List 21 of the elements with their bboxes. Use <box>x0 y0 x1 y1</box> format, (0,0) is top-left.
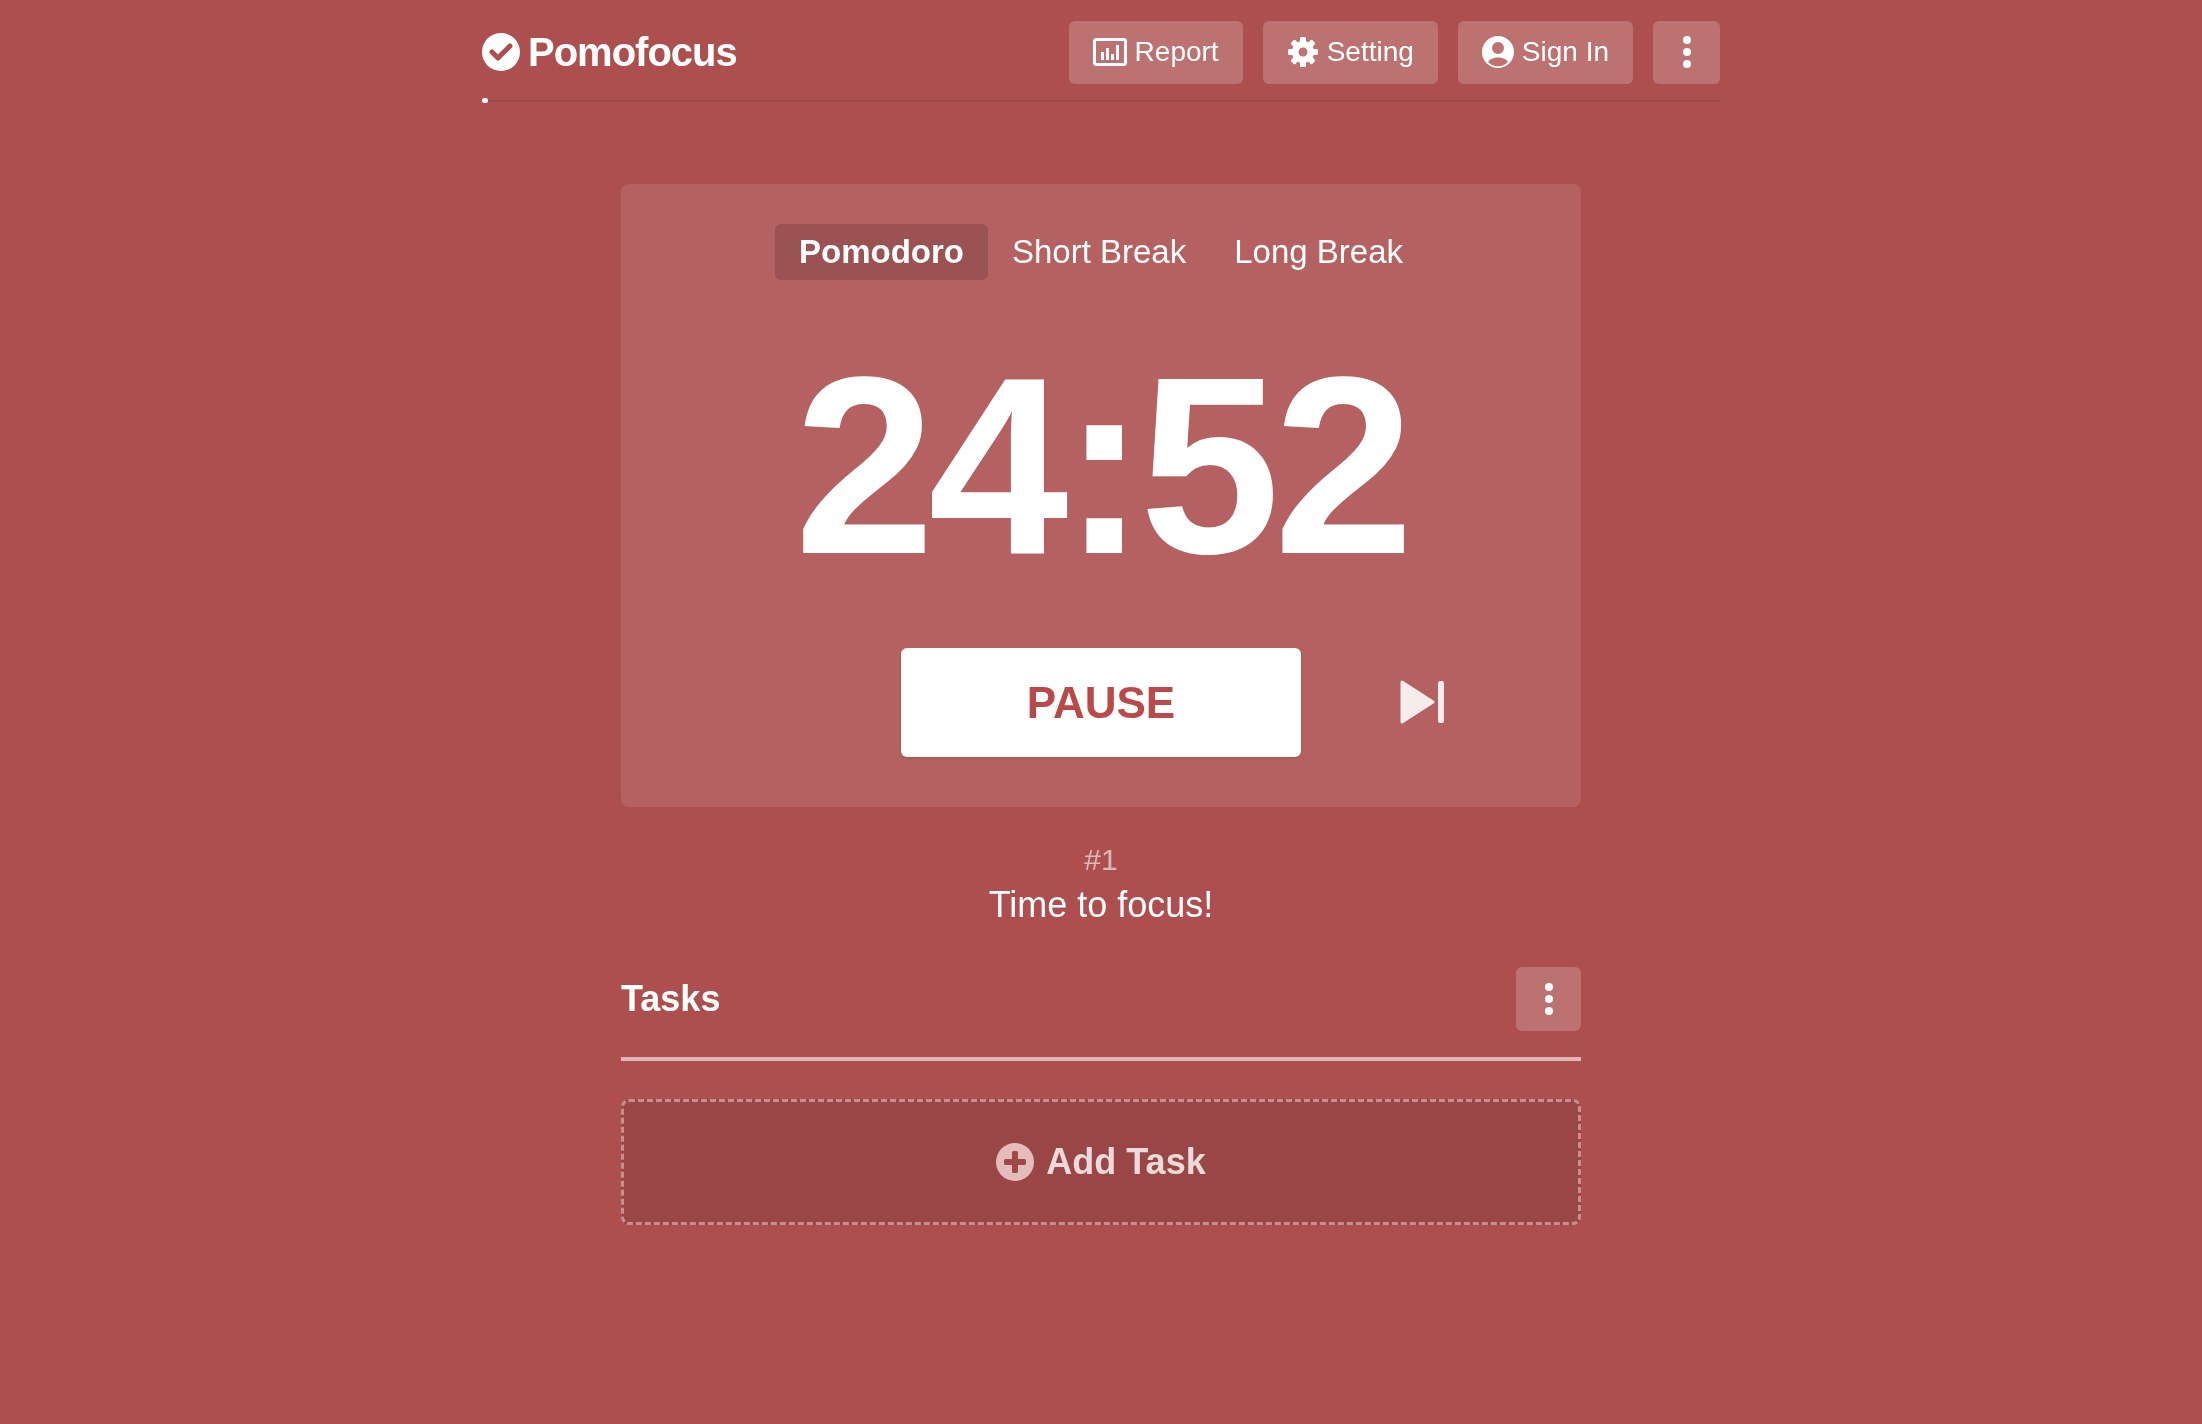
add-task-button[interactable]: Add Task <box>621 1099 1581 1225</box>
session-count: #1 <box>1084 845 1118 875</box>
session-message: Time to focus! <box>988 887 1214 923</box>
plus-circle-icon <box>996 1143 1035 1181</box>
tasks-menu-button[interactable] <box>1516 967 1581 1031</box>
settings-icon <box>1286 36 1319 68</box>
settings-button[interactable]: Setting <box>1262 20 1438 84</box>
mode-tab[interactable]: Long Break <box>1210 224 1427 280</box>
user-icon <box>1481 36 1514 68</box>
pause-button[interactable]: PAUSE <box>901 648 1301 757</box>
timer-display: 24:52 <box>794 340 1408 580</box>
report-button[interactable]: Report <box>1068 20 1243 84</box>
mode-tab[interactable]: Pomodoro <box>775 224 988 280</box>
sign-in-button[interactable]: Sign In <box>1457 20 1633 84</box>
tasks-heading: Tasks <box>621 977 721 1021</box>
bar-chart-icon <box>1092 38 1127 66</box>
mode-tab[interactable]: Short Break <box>987 224 1211 280</box>
menu-button[interactable] <box>1653 20 1720 84</box>
skip-icon[interactable] <box>1400 679 1446 725</box>
check-icon <box>482 33 520 71</box>
logo-text[interactable]: Pomofocus <box>528 22 737 82</box>
